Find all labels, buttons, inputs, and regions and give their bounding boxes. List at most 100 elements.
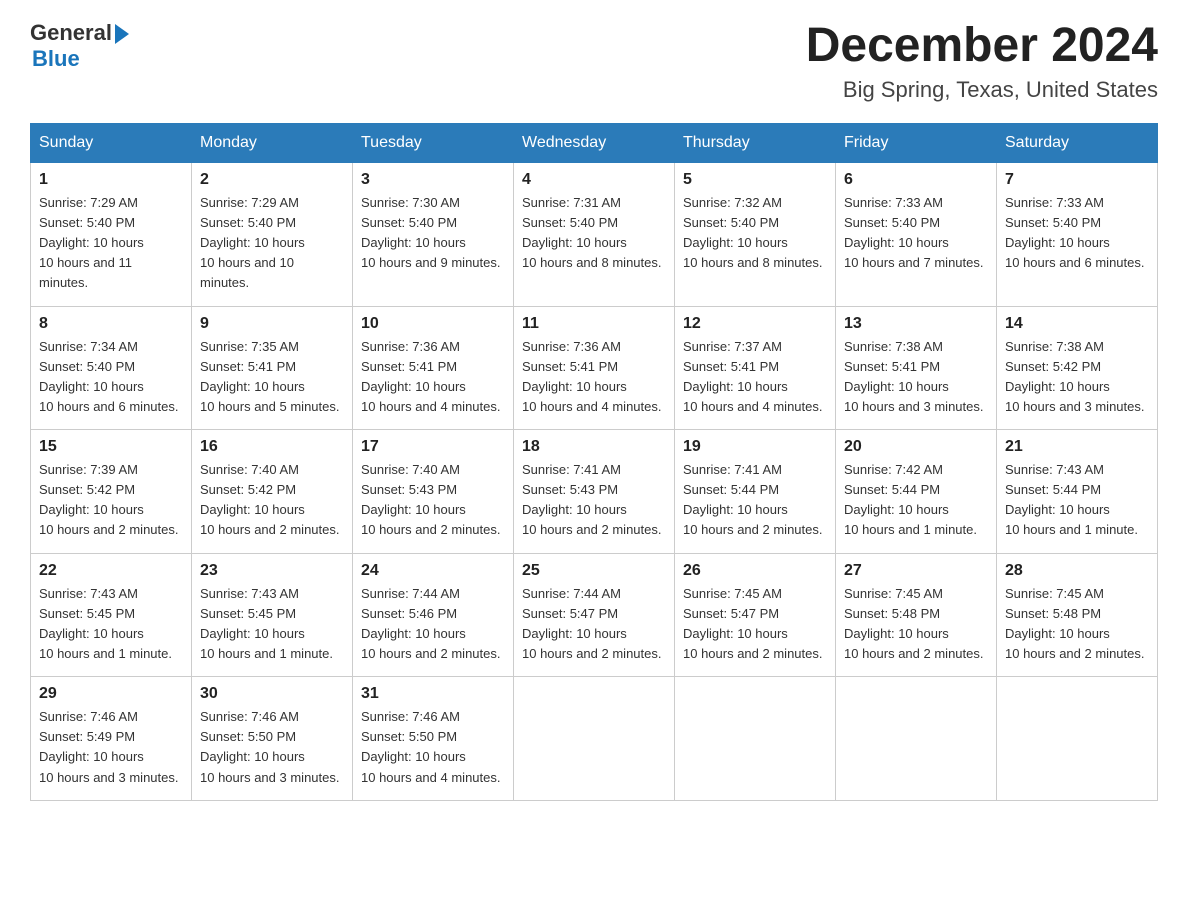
day-number: 16 <box>200 438 344 456</box>
calendar-cell <box>514 677 675 801</box>
day-info: Sunrise: 7:43 AMSunset: 5:44 PMDaylight:… <box>1005 460 1149 541</box>
weekday-header-friday: Friday <box>836 123 997 162</box>
calendar-cell: 13 Sunrise: 7:38 AMSunset: 5:41 PMDaylig… <box>836 306 997 430</box>
calendar-cell: 9 Sunrise: 7:35 AMSunset: 5:41 PMDayligh… <box>192 306 353 430</box>
calendar-cell: 22 Sunrise: 7:43 AMSunset: 5:45 PMDaylig… <box>31 553 192 677</box>
calendar-cell: 11 Sunrise: 7:36 AMSunset: 5:41 PMDaylig… <box>514 306 675 430</box>
calendar-week-row: 8 Sunrise: 7:34 AMSunset: 5:40 PMDayligh… <box>31 306 1158 430</box>
weekday-header-wednesday: Wednesday <box>514 123 675 162</box>
calendar-cell: 16 Sunrise: 7:40 AMSunset: 5:42 PMDaylig… <box>192 430 353 554</box>
weekday-header-sunday: Sunday <box>31 123 192 162</box>
calendar-week-row: 22 Sunrise: 7:43 AMSunset: 5:45 PMDaylig… <box>31 553 1158 677</box>
day-info: Sunrise: 7:46 AMSunset: 5:50 PMDaylight:… <box>361 707 505 788</box>
day-number: 20 <box>844 438 988 456</box>
calendar-cell: 19 Sunrise: 7:41 AMSunset: 5:44 PMDaylig… <box>675 430 836 554</box>
logo: General Blue <box>30 20 129 72</box>
calendar-cell: 23 Sunrise: 7:43 AMSunset: 5:45 PMDaylig… <box>192 553 353 677</box>
day-number: 14 <box>1005 315 1149 333</box>
calendar-cell: 14 Sunrise: 7:38 AMSunset: 5:42 PMDaylig… <box>997 306 1158 430</box>
day-info: Sunrise: 7:44 AMSunset: 5:47 PMDaylight:… <box>522 584 666 665</box>
day-number: 27 <box>844 562 988 580</box>
day-number: 10 <box>361 315 505 333</box>
day-info: Sunrise: 7:43 AMSunset: 5:45 PMDaylight:… <box>39 584 183 665</box>
calendar-cell <box>675 677 836 801</box>
day-number: 18 <box>522 438 666 456</box>
day-number: 8 <box>39 315 183 333</box>
calendar-cell: 26 Sunrise: 7:45 AMSunset: 5:47 PMDaylig… <box>675 553 836 677</box>
day-info: Sunrise: 7:38 AMSunset: 5:42 PMDaylight:… <box>1005 337 1149 418</box>
day-info: Sunrise: 7:31 AMSunset: 5:40 PMDaylight:… <box>522 193 666 274</box>
day-number: 9 <box>200 315 344 333</box>
day-number: 28 <box>1005 562 1149 580</box>
day-info: Sunrise: 7:42 AMSunset: 5:44 PMDaylight:… <box>844 460 988 541</box>
day-info: Sunrise: 7:41 AMSunset: 5:44 PMDaylight:… <box>683 460 827 541</box>
weekday-header-monday: Monday <box>192 123 353 162</box>
calendar-cell <box>997 677 1158 801</box>
day-number: 13 <box>844 315 988 333</box>
day-number: 15 <box>39 438 183 456</box>
day-number: 29 <box>39 685 183 703</box>
calendar-cell: 4 Sunrise: 7:31 AMSunset: 5:40 PMDayligh… <box>514 162 675 306</box>
calendar-table: SundayMondayTuesdayWednesdayThursdayFrid… <box>30 123 1158 801</box>
day-number: 6 <box>844 171 988 189</box>
day-info: Sunrise: 7:39 AMSunset: 5:42 PMDaylight:… <box>39 460 183 541</box>
day-info: Sunrise: 7:40 AMSunset: 5:42 PMDaylight:… <box>200 460 344 541</box>
day-info: Sunrise: 7:33 AMSunset: 5:40 PMDaylight:… <box>844 193 988 274</box>
day-info: Sunrise: 7:46 AMSunset: 5:50 PMDaylight:… <box>200 707 344 788</box>
day-number: 26 <box>683 562 827 580</box>
calendar-cell: 28 Sunrise: 7:45 AMSunset: 5:48 PMDaylig… <box>997 553 1158 677</box>
calendar-cell: 24 Sunrise: 7:44 AMSunset: 5:46 PMDaylig… <box>353 553 514 677</box>
day-info: Sunrise: 7:36 AMSunset: 5:41 PMDaylight:… <box>522 337 666 418</box>
day-number: 19 <box>683 438 827 456</box>
calendar-cell: 21 Sunrise: 7:43 AMSunset: 5:44 PMDaylig… <box>997 430 1158 554</box>
day-number: 4 <box>522 171 666 189</box>
day-number: 17 <box>361 438 505 456</box>
day-info: Sunrise: 7:44 AMSunset: 5:46 PMDaylight:… <box>361 584 505 665</box>
location-subtitle: Big Spring, Texas, United States <box>806 77 1158 103</box>
day-number: 3 <box>361 171 505 189</box>
calendar-cell: 20 Sunrise: 7:42 AMSunset: 5:44 PMDaylig… <box>836 430 997 554</box>
day-info: Sunrise: 7:37 AMSunset: 5:41 PMDaylight:… <box>683 337 827 418</box>
logo-blue-text: Blue <box>32 46 80 72</box>
day-number: 25 <box>522 562 666 580</box>
calendar-cell: 18 Sunrise: 7:41 AMSunset: 5:43 PMDaylig… <box>514 430 675 554</box>
calendar-cell: 3 Sunrise: 7:30 AMSunset: 5:40 PMDayligh… <box>353 162 514 306</box>
day-number: 7 <box>1005 171 1149 189</box>
day-number: 24 <box>361 562 505 580</box>
day-info: Sunrise: 7:36 AMSunset: 5:41 PMDaylight:… <box>361 337 505 418</box>
calendar-week-row: 1 Sunrise: 7:29 AMSunset: 5:40 PMDayligh… <box>31 162 1158 306</box>
day-info: Sunrise: 7:45 AMSunset: 5:48 PMDaylight:… <box>844 584 988 665</box>
header: General Blue December 2024 Big Spring, T… <box>30 20 1158 103</box>
day-info: Sunrise: 7:40 AMSunset: 5:43 PMDaylight:… <box>361 460 505 541</box>
day-info: Sunrise: 7:34 AMSunset: 5:40 PMDaylight:… <box>39 337 183 418</box>
day-number: 30 <box>200 685 344 703</box>
day-number: 22 <box>39 562 183 580</box>
calendar-cell: 27 Sunrise: 7:45 AMSunset: 5:48 PMDaylig… <box>836 553 997 677</box>
calendar-cell: 7 Sunrise: 7:33 AMSunset: 5:40 PMDayligh… <box>997 162 1158 306</box>
day-number: 2 <box>200 171 344 189</box>
month-year-title: December 2024 <box>806 20 1158 73</box>
day-info: Sunrise: 7:33 AMSunset: 5:40 PMDaylight:… <box>1005 193 1149 274</box>
day-info: Sunrise: 7:38 AMSunset: 5:41 PMDaylight:… <box>844 337 988 418</box>
calendar-cell: 1 Sunrise: 7:29 AMSunset: 5:40 PMDayligh… <box>31 162 192 306</box>
weekday-header-tuesday: Tuesday <box>353 123 514 162</box>
weekday-header-thursday: Thursday <box>675 123 836 162</box>
day-info: Sunrise: 7:46 AMSunset: 5:49 PMDaylight:… <box>39 707 183 788</box>
day-info: Sunrise: 7:30 AMSunset: 5:40 PMDaylight:… <box>361 193 505 274</box>
day-info: Sunrise: 7:43 AMSunset: 5:45 PMDaylight:… <box>200 584 344 665</box>
calendar-cell: 29 Sunrise: 7:46 AMSunset: 5:49 PMDaylig… <box>31 677 192 801</box>
day-info: Sunrise: 7:29 AMSunset: 5:40 PMDaylight:… <box>39 193 183 294</box>
calendar-week-row: 29 Sunrise: 7:46 AMSunset: 5:49 PMDaylig… <box>31 677 1158 801</box>
calendar-cell: 30 Sunrise: 7:46 AMSunset: 5:50 PMDaylig… <box>192 677 353 801</box>
calendar-cell: 15 Sunrise: 7:39 AMSunset: 5:42 PMDaylig… <box>31 430 192 554</box>
logo-triangle-icon <box>115 24 129 44</box>
logo-general-text: General <box>30 20 112 46</box>
weekday-header-row: SundayMondayTuesdayWednesdayThursdayFrid… <box>31 123 1158 162</box>
calendar-cell: 17 Sunrise: 7:40 AMSunset: 5:43 PMDaylig… <box>353 430 514 554</box>
day-info: Sunrise: 7:45 AMSunset: 5:47 PMDaylight:… <box>683 584 827 665</box>
day-info: Sunrise: 7:35 AMSunset: 5:41 PMDaylight:… <box>200 337 344 418</box>
day-number: 11 <box>522 315 666 333</box>
calendar-cell: 31 Sunrise: 7:46 AMSunset: 5:50 PMDaylig… <box>353 677 514 801</box>
day-number: 31 <box>361 685 505 703</box>
calendar-cell: 10 Sunrise: 7:36 AMSunset: 5:41 PMDaylig… <box>353 306 514 430</box>
